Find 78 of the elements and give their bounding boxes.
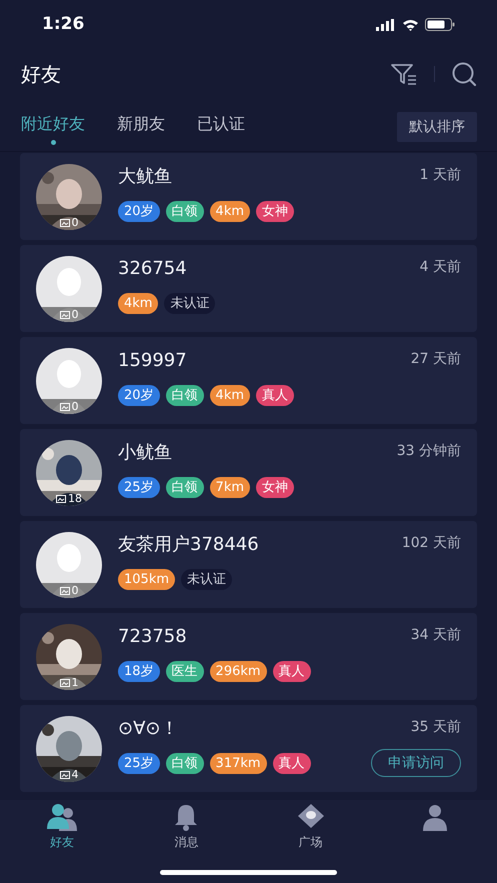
tag: 20岁 [118,201,160,222]
tag: 白领 [166,201,204,222]
person-icon [420,803,449,831]
tag: 7km [210,477,250,498]
tab[interactable]: 附近好友 [21,112,85,145]
signal-icon [376,18,396,30]
photo-icon [60,770,70,778]
friend-card[interactable]: 4 ⊙∀⊙！ 35 天前 25岁 白领 317km 真人 申请访问 [20,705,477,792]
battery-icon [425,18,455,31]
tag: 真人 [272,753,311,774]
last-active-time: 1 天前 [420,166,461,185]
tag: 白领 [166,753,204,774]
photo-count: 0 [72,217,78,228]
tag: 白领 [166,477,204,498]
friend-name: 723758 [118,625,187,649]
people-icon [47,803,78,831]
nav-tab[interactable]: 好友 [0,803,124,851]
search-icon[interactable] [451,61,477,87]
nav-tab[interactable]: 广场 [248,803,373,851]
request-access-button[interactable]: 申请访问 [371,749,461,777]
tag: 真人 [272,661,311,682]
friend-card[interactable]: 0 友茶用户378446 102 天前 105km 未认证 [20,521,477,608]
photo-count: 0 [72,309,78,320]
last-active-time: 102 天前 [402,534,461,553]
tab[interactable]: 已认证 [197,112,245,136]
nav-tab[interactable]: 消息 [124,803,248,851]
friend-card[interactable]: 0 326754 4 天前 4km 未认证 [20,245,477,332]
last-active-time: 33 分钟前 [396,442,461,461]
last-active-time: 35 天前 [410,718,461,737]
friend-card[interactable]: 0 159997 27 天前 20岁 白领 4km 真人 [20,337,477,424]
page-title: 好友 [21,61,61,88]
last-active-time: 27 天前 [410,350,461,369]
tag: 4km [210,385,250,406]
tag: 20岁 [118,385,160,406]
last-active-time: 34 天前 [410,626,461,645]
photo-icon [60,218,70,226]
tag: 296km [210,661,267,682]
photo-icon [60,402,70,410]
friend-name: 大鱿鱼 [118,165,172,189]
filter-icon[interactable] [390,62,418,86]
friend-name: 326754 [118,257,187,281]
photo-icon [60,310,70,318]
photo-count: 18 [68,493,82,504]
friend-name: 159997 [118,349,187,373]
tag: 女神 [256,201,294,222]
photo-icon [56,494,66,502]
tag: 女神 [256,477,294,498]
tag: 25岁 [118,477,160,498]
photo-count: 4 [72,769,78,780]
tag: 317km [210,753,267,774]
tag: 4km [118,293,158,314]
friend-name: 友茶用户378446 [118,533,259,557]
tag: 未认证 [164,293,216,314]
tag: 25岁 [118,753,160,774]
bell-icon [173,803,200,831]
last-active-time: 4 天前 [420,258,461,277]
sort-button[interactable]: 默认排序 [397,112,477,142]
tag: 4km [210,201,250,222]
tag: 医生 [166,661,204,682]
photo-icon [60,678,70,686]
status-time: 1:26 [42,12,84,36]
friend-name: ⊙∀⊙！ [118,717,178,741]
photo-count: 0 [72,401,78,412]
photo-icon [60,586,70,594]
friend-card[interactable]: 1 723758 34 天前 18岁 医生 296km 真人 [20,613,477,700]
friend-card[interactable]: 18 小鱿鱼 33 分钟前 25岁 白领 7km 女神 [20,429,477,516]
tag: 18岁 [118,661,160,682]
tag: 未认证 [181,569,232,590]
wifi-icon [402,18,419,30]
tag: 105km [118,569,176,590]
tab[interactable]: 新朋友 [117,112,165,136]
tag: 白领 [166,385,204,406]
photo-count: 0 [72,585,78,596]
diamond-icon [296,803,325,831]
friend-name: 小鱿鱼 [118,441,172,465]
photo-count: 1 [72,677,78,688]
tag: 真人 [256,385,294,406]
friend-card[interactable]: 0 大鱿鱼 1 天前 20岁 白领 4km 女神 [20,153,477,240]
